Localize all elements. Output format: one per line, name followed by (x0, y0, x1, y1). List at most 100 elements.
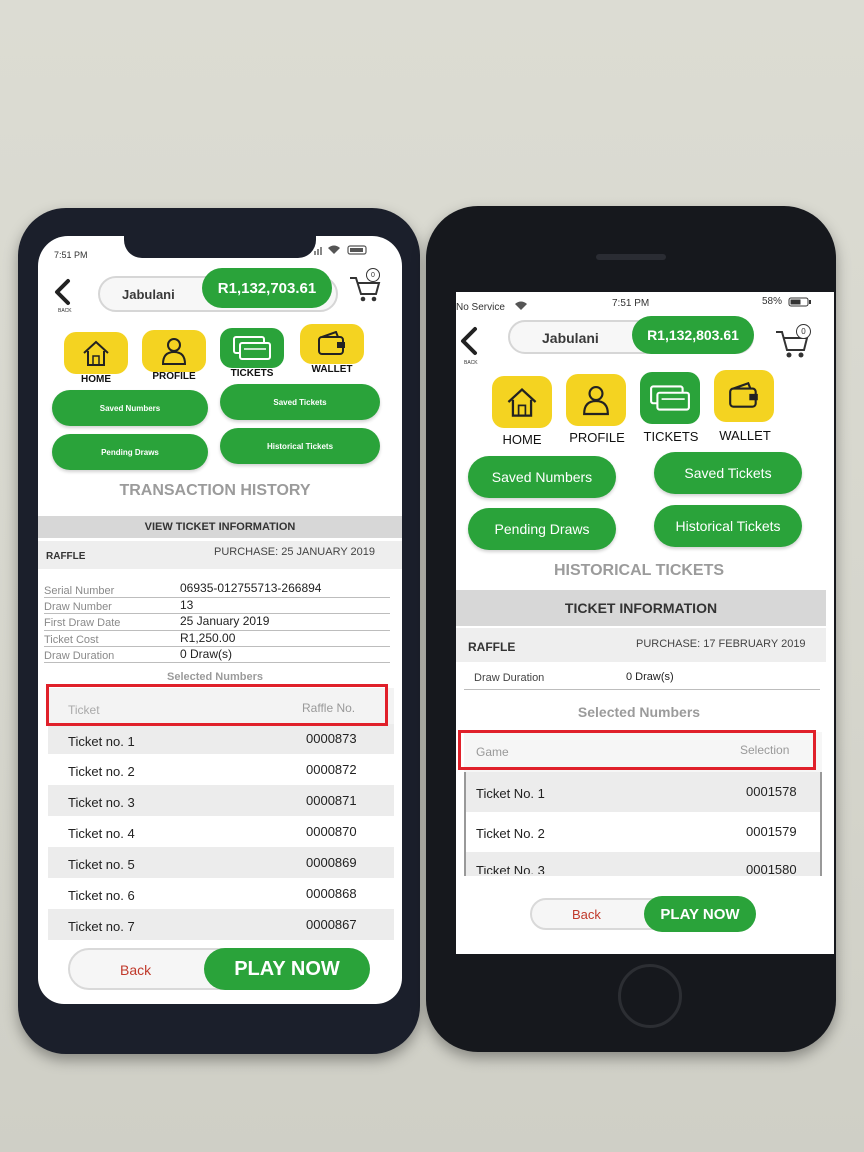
back-chevron-icon (461, 327, 477, 355)
home-icon (83, 340, 109, 366)
ticket-label: Ticket no. 4 (68, 826, 135, 841)
wifi-icon (514, 300, 528, 311)
earpiece (596, 254, 666, 260)
purchase-date: PURCHASE: 17 FEBRUARY 2019 (636, 638, 806, 650)
selection-number: 0001578 (746, 784, 797, 799)
pending-draws-button[interactable]: Pending Draws (468, 508, 616, 550)
back-button[interactable]: BACK (52, 278, 82, 314)
nav-home[interactable] (64, 332, 128, 374)
nav-tickets[interactable] (220, 328, 284, 368)
play-now-button[interactable]: PLAY NOW (204, 948, 370, 990)
user-name: Jabulani (542, 330, 599, 346)
tickets-icon (233, 336, 271, 360)
status-time: 7:51 PM (612, 298, 650, 309)
saved-numbers-button[interactable]: Saved Numbers (468, 456, 616, 498)
raffle-number: 0000870 (306, 824, 357, 839)
ticket-label: Ticket no. 5 (68, 857, 135, 872)
back-button-footer[interactable]: Back (572, 907, 601, 922)
ticket-label: Ticket no. 3 (68, 795, 135, 810)
back-button-footer[interactable]: Back (120, 962, 151, 978)
wallet-icon (729, 382, 758, 408)
detail-value: 06935-012755713-266894 (180, 581, 322, 595)
nav-profile-label: PROFILE (569, 430, 625, 445)
nav-profile[interactable] (566, 374, 626, 426)
ticket-info-band: TICKET INFORMATION (456, 590, 826, 626)
detail-label: Draw Duration (44, 650, 115, 662)
play-now-button[interactable]: PLAY NOW (644, 896, 756, 932)
detail-label: Draw Duration (474, 672, 545, 684)
profile-icon (161, 338, 187, 365)
selection-number: 0001580 (746, 864, 797, 874)
game-name: RAFFLE (468, 640, 516, 654)
left-phone-screen: 7:51 PM BACK Jabulani R1,132,703.61 0 HO… (38, 236, 402, 1004)
nav-wallet[interactable] (714, 370, 774, 422)
selected-numbers-title: Selected Numbers (167, 671, 263, 683)
detail-value: 25 January 2019 (180, 614, 270, 628)
cart-count-badge: 0 (366, 268, 380, 282)
user-name: Jabulani (122, 287, 175, 302)
ticket-label: Ticket no. 2 (68, 764, 135, 779)
wallet-icon (318, 331, 345, 355)
status-icons (314, 244, 374, 256)
highlight-box-left (46, 684, 388, 726)
page-title: TRANSACTION HISTORY (119, 482, 311, 499)
selection-number: 0001579 (746, 824, 797, 839)
saved-tickets-button[interactable]: Saved Tickets (654, 452, 802, 494)
back-label: BACK (464, 360, 478, 366)
home-button[interactable] (618, 964, 682, 1028)
ticket-label: Ticket no. 6 (68, 888, 135, 903)
ticket-label: Ticket no. 1 (68, 734, 135, 749)
raffle-number: 0000873 (306, 731, 357, 746)
nav-home-label: HOME (81, 374, 111, 385)
battery-percent: 58% (762, 296, 783, 307)
status-time: 7:51 PM (54, 250, 88, 260)
raffle-number: 0000869 (306, 855, 357, 870)
balance-badge[interactable]: R1,132,803.61 (632, 316, 754, 354)
pending-draws-button[interactable]: Pending Draws (52, 434, 208, 470)
historical-tickets-button[interactable]: Historical Tickets (654, 505, 802, 547)
divider (44, 597, 390, 598)
detail-value: R1,250.00 (180, 631, 236, 645)
game-name: RAFFLE (46, 551, 86, 562)
detail-label: Ticket Cost (44, 634, 99, 646)
ticket-label: Ticket No. 1 (476, 786, 545, 801)
divider (464, 689, 820, 690)
balance-badge[interactable]: R1,132,703.61 (202, 268, 332, 308)
cart-count-badge: 0 (796, 324, 811, 339)
detail-label: First Draw Date (44, 617, 121, 629)
nav-profile[interactable] (142, 330, 206, 372)
historical-tickets-button[interactable]: Historical Tickets (220, 428, 380, 464)
nav-profile-label: PROFILE (152, 371, 196, 382)
raffle-number: 0000871 (306, 793, 357, 808)
detail-label: Draw Number (44, 601, 112, 613)
nav-tickets-label: TICKETS (643, 429, 699, 444)
back-chevron-icon (55, 279, 70, 305)
selected-numbers-title: Selected Numbers (577, 704, 701, 720)
home-icon (507, 387, 537, 417)
detail-value: 13 (180, 598, 194, 612)
detail-value: 0 Draw(s) (626, 671, 674, 683)
purchase-date: PURCHASE: 25 JANUARY 2019 (214, 546, 375, 558)
page-title: HISTORICAL TICKETS (553, 562, 725, 579)
nav-wallet-label: WALLET (719, 428, 771, 443)
nav-tickets[interactable] (640, 372, 700, 424)
view-ticket-info-band: VIEW TICKET INFORMATION (38, 516, 402, 538)
ticket-label: Ticket no. 7 (68, 919, 135, 934)
ticket-label: Ticket No. 3 (476, 866, 545, 874)
detail-value: 0 Draw(s) (180, 647, 233, 661)
right-phone-screen: No Service 7:51 PM 58% BACK Jabulani R1,… (456, 292, 834, 954)
raffle-number: 0000868 (306, 886, 357, 901)
back-label: BACK (58, 308, 72, 314)
saved-tickets-button[interactable]: Saved Tickets (220, 384, 380, 420)
nav-home-label: HOME (502, 432, 542, 447)
notch (124, 236, 316, 258)
nav-home[interactable] (492, 376, 552, 428)
raffle-number: 0000872 (306, 762, 357, 777)
highlight-box-right (458, 730, 816, 770)
back-button[interactable]: BACK (458, 326, 488, 366)
ticket-label: Ticket No. 2 (476, 826, 545, 841)
nav-wallet-label: WALLET (311, 364, 353, 375)
saved-numbers-button[interactable]: Saved Numbers (52, 390, 208, 426)
profile-icon (583, 386, 609, 416)
nav-wallet[interactable] (300, 324, 364, 364)
